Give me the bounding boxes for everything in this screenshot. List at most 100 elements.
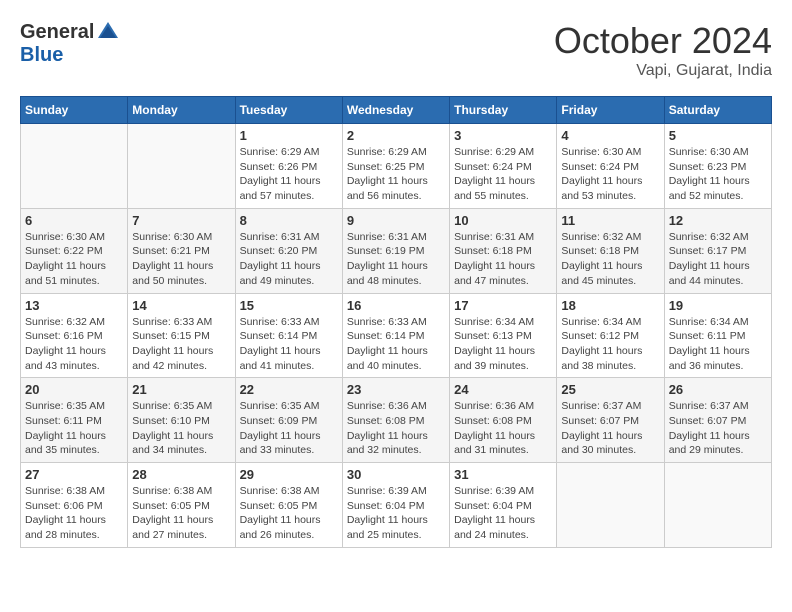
daylight-text: Daylight 11 hours and 50 minutes. xyxy=(132,260,213,287)
day-cell xyxy=(557,463,664,548)
sunrise-text: Sunrise: 6:34 AM xyxy=(561,316,641,328)
sunrise-text: Sunrise: 6:39 AM xyxy=(454,485,534,497)
day-info: Sunrise: 6:34 AMSunset: 6:11 PMDaylight … xyxy=(669,315,767,374)
sunset-text: Sunset: 6:24 PM xyxy=(454,161,532,173)
daylight-text: Daylight 11 hours and 31 minutes. xyxy=(454,430,535,457)
day-number: 26 xyxy=(669,382,767,397)
day-number: 7 xyxy=(132,213,230,228)
sunrise-text: Sunrise: 6:30 AM xyxy=(132,231,212,243)
sunrise-text: Sunrise: 6:33 AM xyxy=(240,316,320,328)
daylight-text: Daylight 11 hours and 49 minutes. xyxy=(240,260,321,287)
sunrise-text: Sunrise: 6:38 AM xyxy=(132,485,212,497)
day-cell: 25 Sunrise: 6:37 AMSunset: 6:07 PMDayligh… xyxy=(557,378,664,463)
day-cell: 13Sunrise: 6:32 AMSunset: 6:16 PMDayligh… xyxy=(21,293,128,378)
daylight-text: Daylight 11 hours and 55 minutes. xyxy=(454,175,535,202)
sunrise-text: Sunrise: 6:30 AM xyxy=(561,146,641,158)
day-info: Sunrise: 6:35 AM Sunset: 6:11 PM Daylight … xyxy=(25,399,123,458)
day-cell: 15Sunrise: 6:33 AMSunset: 6:14 PMDayligh… xyxy=(235,293,342,378)
month-title: October 2024 xyxy=(554,20,772,62)
logo-general: General xyxy=(20,21,94,44)
day-number: 17 xyxy=(454,298,552,313)
day-info: Sunrise: 6:32 AMSunset: 6:17 PMDaylight … xyxy=(669,230,767,289)
weekday-header-monday: Monday xyxy=(128,97,235,124)
sunset-text: Sunset: 6:13 PM xyxy=(454,330,532,342)
day-cell: 12 Sunrise: 6:32 AMSunset: 6:17 PMDayligh… xyxy=(664,208,771,293)
daylight-text: Daylight 11 hours and 45 minutes. xyxy=(561,260,642,287)
day-info: Sunrise: 6:30 AMSunset: 6:22 PMDaylight … xyxy=(25,230,123,289)
day-cell: 10Sunrise: 6:31 AMSunset: 6:18 PMDayligh… xyxy=(450,208,557,293)
day-number: 31 xyxy=(454,467,552,482)
sunrise-text: Sunrise: 6:37 AM xyxy=(561,400,641,412)
day-number: 25 xyxy=(561,382,659,397)
sunset-text: Sunset: 6:20 PM xyxy=(240,245,318,257)
day-info: Sunrise: 6:29 AMSunset: 6:25 PMDaylight … xyxy=(347,145,445,204)
day-number: 4 xyxy=(561,128,659,143)
day-info: Sunrise: 6:33 AMSunset: 6:15 PMDaylight … xyxy=(132,315,230,374)
daylight-text: Daylight 11 hours and 35 minutes. xyxy=(25,430,106,457)
sunrise-text: Sunrise: 6:35 AM xyxy=(132,400,212,412)
day-number: 20 xyxy=(25,382,123,397)
sunrise-text: Sunrise: 6:39 AM xyxy=(347,485,427,497)
sunrise-text: Sunrise: 6:35 AM xyxy=(25,400,105,412)
day-number: 6 xyxy=(25,213,123,228)
sunset-text: Sunset: 6:14 PM xyxy=(240,330,318,342)
sunrise-text: Sunrise: 6:30 AM xyxy=(669,146,749,158)
day-info: Sunrise: 6:29 AMSunset: 6:26 PMDaylight … xyxy=(240,145,338,204)
sunrise-text: Sunrise: 6:36 AM xyxy=(347,400,427,412)
sunrise-text: Sunrise: 6:33 AM xyxy=(132,316,212,328)
sunrise-text: Sunrise: 6:34 AM xyxy=(454,316,534,328)
day-cell: 27Sunrise: 6:38 AMSunset: 6:06 PMDayligh… xyxy=(21,463,128,548)
day-info: Sunrise: 6:38 AMSunset: 6:05 PMDaylight … xyxy=(132,484,230,543)
daylight-text: Daylight 11 hours and 29 minutes. xyxy=(669,430,750,457)
daylight-text: Daylight 11 hours and 44 minutes. xyxy=(669,260,750,287)
day-cell: 19Sunrise: 6:34 AMSunset: 6:11 PMDayligh… xyxy=(664,293,771,378)
day-cell: 7 Sunrise: 6:30 AM Sunset: 6:21 PM Daylight… xyxy=(128,208,235,293)
day-info: Sunrise: 6:30 AMSunset: 6:23 PMDaylight … xyxy=(669,145,767,204)
sunset-text: Sunset: 6:18 PM xyxy=(561,245,639,257)
sunset-text: Sunset: 6:21 PM xyxy=(132,245,210,257)
week-row-5: 27Sunrise: 6:38 AMSunset: 6:06 PMDayligh… xyxy=(21,463,772,548)
sunset-text: Sunset: 6:06 PM xyxy=(25,500,103,512)
day-cell xyxy=(664,463,771,548)
day-number: 9 xyxy=(347,213,445,228)
day-cell: 1 Sunrise: 6:29 AMSunset: 6:26 PMDaylight… xyxy=(235,124,342,209)
daylight-text: Daylight 11 hours and 40 minutes. xyxy=(347,345,428,372)
sunrise-text: Sunrise: 6:30 AM xyxy=(25,231,105,243)
sunrise-text: Sunrise: 6:32 AM xyxy=(25,316,105,328)
location: Vapi, Gujarat, India xyxy=(554,62,772,80)
sunrise-text: Sunrise: 6:31 AM xyxy=(347,231,427,243)
day-info: Sunrise: 6:37 AMSunset: 6:07 PMDaylight … xyxy=(561,399,659,458)
sunset-text: Sunset: 6:18 PM xyxy=(454,245,532,257)
day-number: 2 xyxy=(347,128,445,143)
day-info: Sunrise: 6:32 AMSunset: 6:18 PMDaylight … xyxy=(561,230,659,289)
week-row-3: 13 Sunrise: 6:32 AM Sunset: 6:16 PM Dayligh… xyxy=(21,293,772,378)
day-number: 28 xyxy=(132,467,230,482)
daylight-text: Daylight 11 hours and 33 minutes. xyxy=(240,430,321,457)
day-number: 13 xyxy=(25,298,123,313)
sunset-text: Sunset: 6:19 PM xyxy=(347,245,425,257)
sunrise-text: Sunrise: 6:33 AM xyxy=(347,316,427,328)
day-cell: 8Sunrise: 6:31 AMSunset: 6:20 PMDaylight… xyxy=(235,208,342,293)
daylight-text: Daylight 11 hours and 47 minutes. xyxy=(454,260,535,287)
sunset-text: Sunset: 6:04 PM xyxy=(347,500,425,512)
sunset-text: Sunset: 6:11 PM xyxy=(25,415,102,427)
day-number: 16 xyxy=(347,298,445,313)
weekday-header-row: SundayMondayTuesdayWednesdayThursdayFrid… xyxy=(21,97,772,124)
week-row-1: 1 Sunrise: 6:29 AMSunset: 6:26 PMDaylight… xyxy=(21,124,772,209)
day-number: 12 xyxy=(669,213,767,228)
weekday-header-wednesday: Wednesday xyxy=(342,97,449,124)
sunset-text: Sunset: 6:04 PM xyxy=(454,500,532,512)
sunrise-text: Sunrise: 6:31 AM xyxy=(454,231,534,243)
sunset-text: Sunset: 6:16 PM xyxy=(25,330,103,342)
sunset-text: Sunset: 6:11 PM xyxy=(669,330,746,342)
day-number: 1 xyxy=(240,128,338,143)
day-info: Sunrise: 6:31 AMSunset: 6:20 PMDaylight … xyxy=(240,230,338,289)
sunset-text: Sunset: 6:10 PM xyxy=(132,415,210,427)
day-number: 18 xyxy=(561,298,659,313)
sunrise-text: Sunrise: 6:29 AM xyxy=(454,146,534,158)
sunrise-text: Sunrise: 6:34 AM xyxy=(669,316,749,328)
day-cell: 9Sunrise: 6:31 AMSunset: 6:19 PMDaylight… xyxy=(342,208,449,293)
week-row-2: 6 Sunrise: 6:30 AMSunset: 6:22 PMDaylight… xyxy=(21,208,772,293)
day-info: Sunrise: 6:31 AMSunset: 6:19 PMDaylight … xyxy=(347,230,445,289)
daylight-text: Daylight 11 hours and 30 minutes. xyxy=(561,430,642,457)
